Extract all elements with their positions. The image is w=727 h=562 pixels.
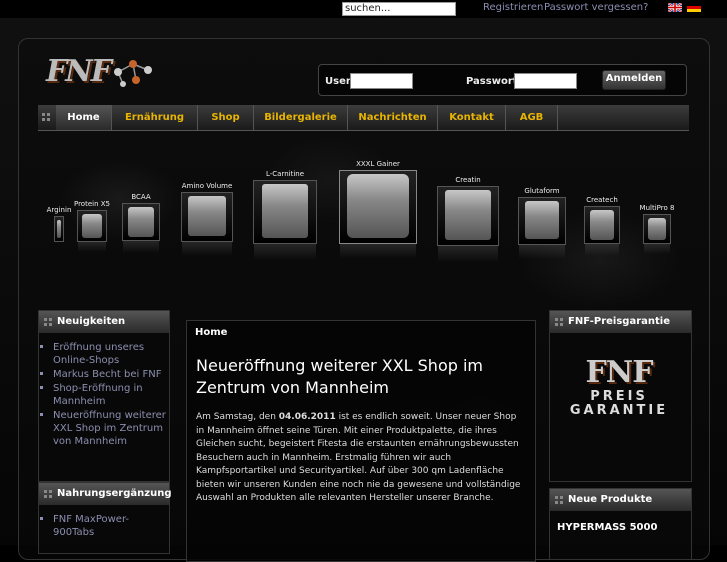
news-item[interactable]: Eröffnung unseres Online-Shops [40,341,169,367]
english-flag-icon[interactable] [668,3,682,12]
breadcrumb[interactable]: Home [195,327,227,338]
article-body: Am Samstag, den 04.06.2011 ist es endlic… [196,411,526,506]
article-text-rest: ist es endlich soweit. Unser neuer Shop … [196,412,521,503]
supplement-item[interactable]: FNF MaxPower-900Tabs [40,513,169,539]
product-createch[interactable]: Createch [580,196,624,256]
promo-line1: PREIS [590,389,648,404]
news-panel-title: Neuigkeiten [57,316,126,327]
new-product-name[interactable]: HYPERMASS 5000 [557,522,657,533]
price-guarantee-badge[interactable]: FNF PREIS GARANTIE [560,355,678,445]
supplements-panel: Nahrungsergänzung FNF MaxPower-900Tabs [38,482,172,554]
search-input[interactable]: suchen... [342,2,456,16]
password-label: Passwort [466,76,518,87]
promo-line2: GARANTIE [569,403,669,418]
password-input[interactable] [514,73,577,89]
product-multipro-8[interactable]: MultiPro 8 [634,204,680,254]
german-flag-icon[interactable] [687,3,701,12]
site-logo[interactable]: FNF [46,54,112,89]
grip-icon [44,490,52,498]
grip-icon [44,318,52,326]
supplements-panel-header: Nahrungsergänzung [39,483,172,505]
nav-kontakt[interactable]: Kontakt [438,105,506,130]
product-amino-volume[interactable]: Amino Volume [176,182,238,256]
login-button[interactable]: Anmelden [602,70,666,90]
product-xxxl-gainer[interactable]: XXXL Gainer [336,160,420,258]
nav-agb[interactable]: AGB [506,105,558,130]
article-date: 04.06.2011 [278,412,336,422]
new-products-header: Neue Produkte [550,489,691,511]
new-products-title: Neue Produkte [568,494,653,505]
promo-logo: FNF [585,355,653,390]
nav-nachrichten[interactable]: Nachrichten [348,105,438,130]
user-input[interactable] [350,73,413,89]
product-l-carnitine[interactable]: L-Carnitine [250,170,320,260]
register-link[interactable]: Registrieren [483,2,543,13]
product-bcaa[interactable]: BCAA [118,193,164,253]
grip-icon [42,113,50,121]
price-guarantee-title: FNF-Preisgarantie [568,316,670,327]
nav-ernaehrung[interactable]: Ernährung [112,105,198,130]
product-creatin[interactable]: Creatin [434,176,502,262]
main-content: Home Neueröffnung weiterer XXL Shop im Z… [186,320,536,562]
news-panel: Neuigkeiten Eröffnung unseres Online-Sho… [38,310,170,482]
user-label: User [325,76,351,87]
news-panel-header: Neuigkeiten [39,311,169,333]
molecule-logo-icon [114,60,152,87]
article-title: Neueröffnung weiterer XXL Shop im Zentru… [196,356,484,397]
product-glutaform[interactable]: Glutaform [514,187,570,259]
forgot-password-link[interactable]: Passwort vergessen? [544,2,648,13]
news-item[interactable]: Shop-Eröffnung in Mannheim [40,382,169,408]
grip-icon [555,496,563,504]
nav-bildergalerie[interactable]: Bildergalerie [254,105,348,130]
news-item[interactable]: Neueröffnung weiterer XXL Shop im Zentru… [40,409,169,448]
nav-home[interactable]: Home [56,105,112,130]
grip-icon [555,318,563,326]
product-protein-x5[interactable]: Protein X5 [68,200,116,252]
supplements-panel-title: Nahrungsergänzung [57,488,172,499]
article-text-start: Am Samstag, den [196,412,279,422]
nav-shop[interactable]: Shop [198,105,254,130]
price-guarantee-header: FNF-Preisgarantie [550,311,691,333]
news-item[interactable]: Markus Becht bei FNF [40,368,169,381]
